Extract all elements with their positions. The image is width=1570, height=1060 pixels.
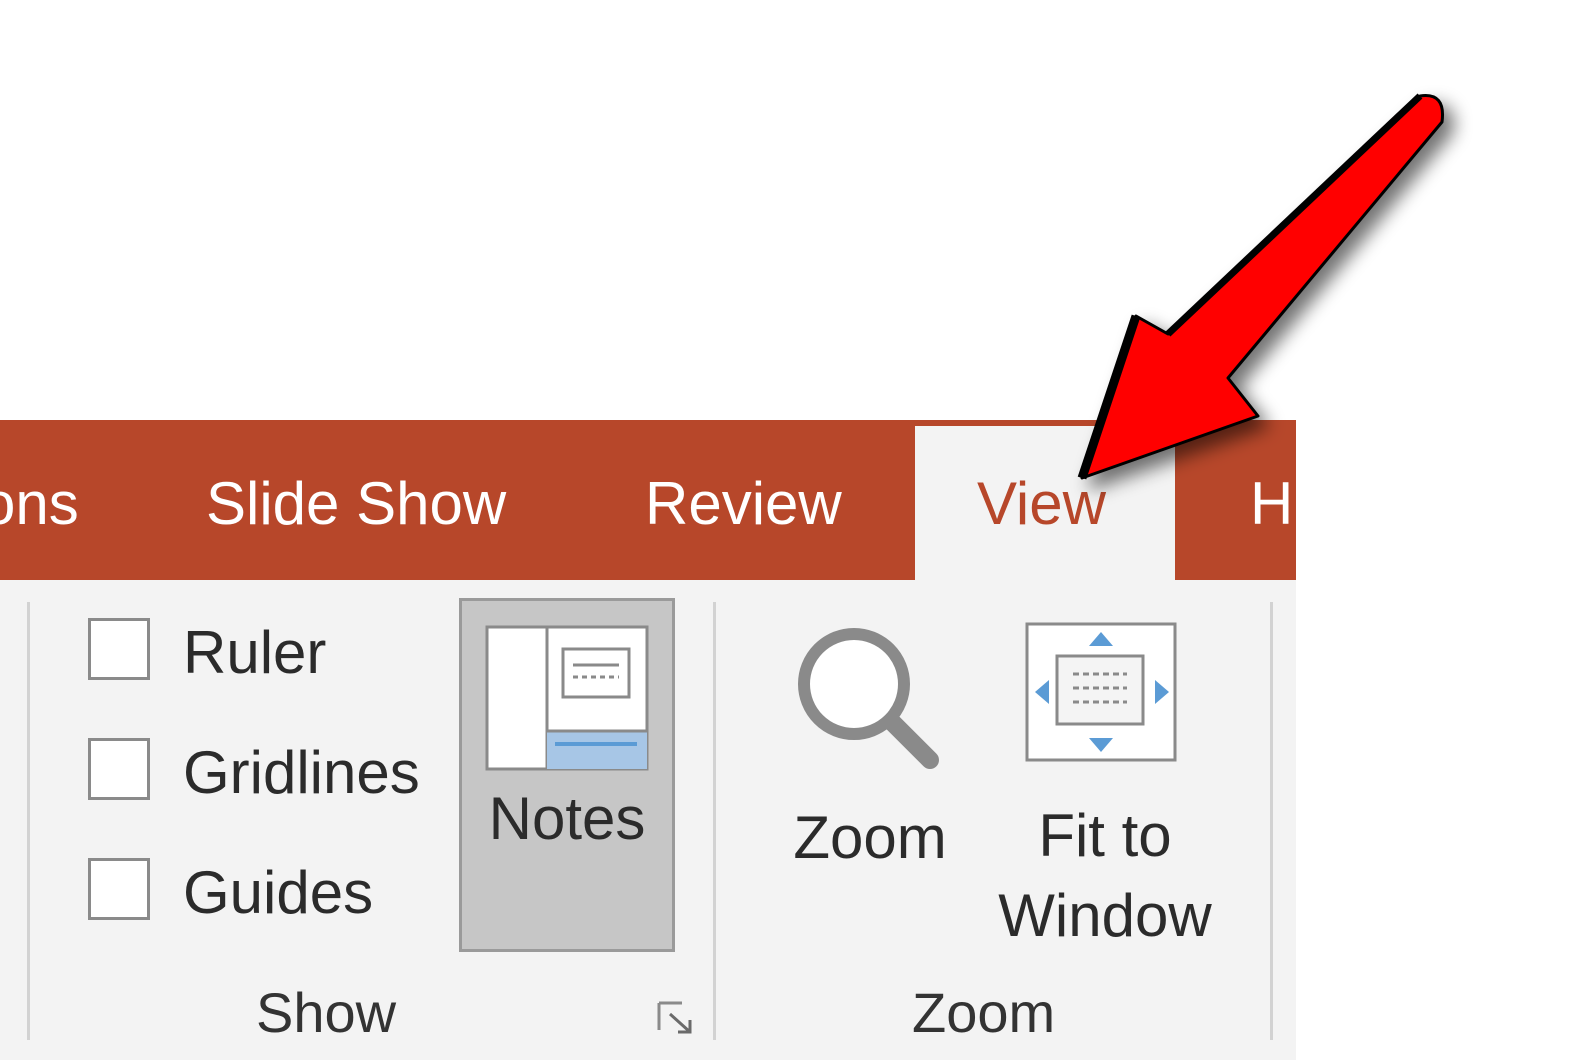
zoom-group-label: Zoom: [912, 981, 1056, 1044]
ribbon-tab-bar: ons Slide Show Review View H: [0, 420, 1296, 580]
notes-icon: [485, 625, 649, 771]
tab-view[interactable]: View: [915, 426, 1175, 580]
zoom-button[interactable]: Zoom: [770, 610, 970, 890]
group-separator: [27, 602, 30, 1040]
tab-review[interactable]: Review: [645, 464, 842, 544]
ruler-label: Ruler: [183, 619, 327, 686]
ribbon: ons Slide Show Review View H Ruler Gridl…: [0, 420, 1296, 1060]
show-group-label: Show: [256, 981, 397, 1044]
gridlines-checkbox[interactable]: [88, 738, 150, 800]
tab-animations[interactable]: ons: [0, 464, 79, 544]
ribbon-panel: Ruler Gridlines Guides Notes Show Zoom F…: [0, 580, 1296, 1060]
gridlines-label: Gridlines: [183, 739, 420, 806]
zoom-button-label: Zoom: [793, 804, 947, 871]
tab-help[interactable]: H: [1250, 464, 1293, 544]
magnifier-icon: [798, 628, 939, 769]
group-separator: [713, 602, 716, 1040]
group-separator: [1270, 602, 1273, 1040]
dialog-launcher-icon[interactable]: [656, 1000, 696, 1038]
fit-to-window-label-line1: Fit to: [1038, 802, 1172, 869]
fit-to-window-label-line2: Window: [998, 882, 1212, 949]
guides-label: Guides: [183, 859, 374, 926]
fit-to-window-icon: [1025, 622, 1177, 762]
fit-to-window-button[interactable]: Fit to Window: [985, 620, 1225, 960]
ruler-checkbox[interactable]: [88, 618, 150, 680]
notes-label: Notes: [488, 785, 646, 852]
guides-checkbox[interactable]: [88, 858, 150, 920]
tab-slide-show[interactable]: Slide Show: [206, 464, 506, 544]
notes-button[interactable]: Notes: [459, 598, 675, 952]
